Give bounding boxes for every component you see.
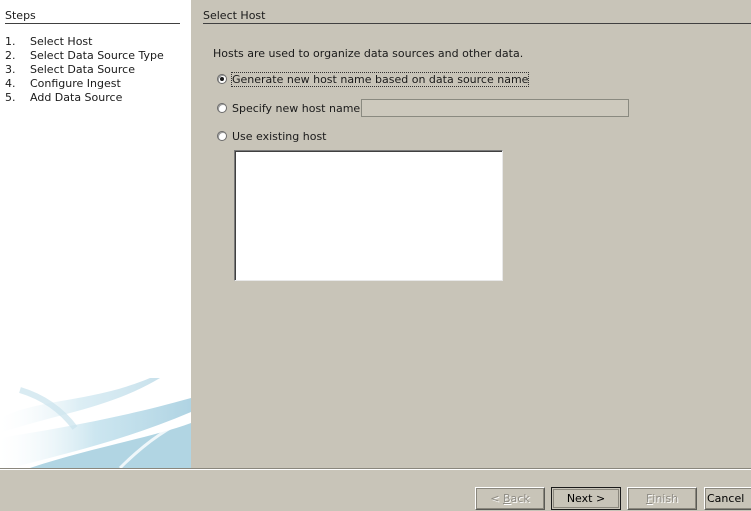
- back-prefix: <: [490, 492, 503, 505]
- step-number: 2.: [5, 49, 16, 62]
- steps-list: 1. Select Host 2. Select Data Source Type …: [5, 35, 164, 105]
- step-number: 5.: [5, 91, 16, 104]
- use-existing-host-label[interactable]: Use existing host: [232, 130, 326, 143]
- host-name-input[interactable]: [361, 99, 629, 117]
- step-item-add-data-source: 5. Add Data Source: [5, 91, 164, 105]
- next-button[interactable]: Next >: [551, 487, 621, 510]
- step-label: Select Data Source: [30, 63, 135, 76]
- step-number: 3.: [5, 63, 16, 76]
- radio-button[interactable]: [217, 103, 227, 113]
- step-item-select-data-source-type: 2. Select Data Source Type: [5, 49, 164, 63]
- cancel-button[interactable]: Cancel: [704, 487, 751, 510]
- step-item-select-data-source: 3. Select Data Source: [5, 63, 164, 77]
- use-existing-host-option[interactable]: Use existing host: [217, 128, 326, 144]
- button-bar-divider: [0, 468, 751, 470]
- back-mnemonic: B: [503, 492, 511, 505]
- back-button[interactable]: < Back: [475, 487, 545, 510]
- step-number: 1.: [5, 35, 16, 48]
- finish-button[interactable]: Finish: [627, 487, 697, 510]
- step-label: Select Data Source Type: [30, 49, 164, 62]
- add-data-source-wizard: Steps 1. Select Host 2. Select Data Source…: [0, 0, 751, 511]
- steps-panel: Steps 1. Select Host 2. Select Data Source…: [0, 0, 191, 468]
- decorative-swoosh-graphic: [0, 378, 191, 468]
- generate-host-name-label[interactable]: Generate new host name based on data sou…: [230, 71, 530, 87]
- step-number: 4.: [5, 77, 16, 90]
- radio-button[interactable]: [217, 131, 227, 141]
- page-title: Select Host: [203, 9, 751, 24]
- intro-text: Hosts are used to organize data sources …: [213, 47, 524, 60]
- specify-host-name-label[interactable]: Specify new host name: [232, 102, 360, 115]
- step-label: Configure Ingest: [30, 77, 121, 90]
- steps-title: Steps: [5, 9, 180, 24]
- generate-host-name-option[interactable]: Generate new host name based on data sou…: [217, 71, 530, 87]
- existing-hosts-list[interactable]: [234, 150, 503, 281]
- step-item-select-host: 1. Select Host: [5, 35, 164, 49]
- step-label: Add Data Source: [30, 91, 123, 104]
- step-item-configure-ingest: 4. Configure Ingest: [5, 77, 164, 91]
- finish-rest: inish: [652, 492, 679, 505]
- step-label: Select Host: [30, 35, 93, 48]
- specify-host-name-option[interactable]: Specify new host name: [217, 100, 360, 116]
- back-rest: ack: [510, 492, 530, 505]
- radio-button-checked[interactable]: [217, 74, 227, 84]
